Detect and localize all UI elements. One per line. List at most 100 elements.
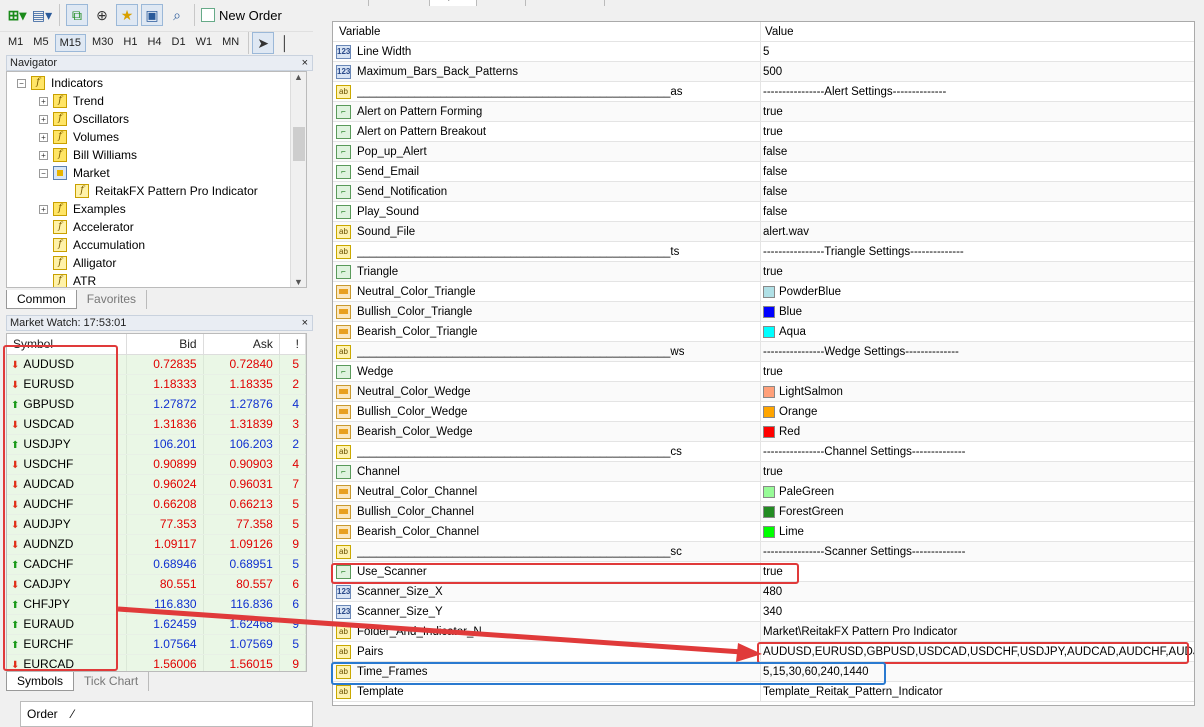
value-cell[interactable]: 340 [761,602,1194,622]
crosshair-target-icon[interactable]: ⊕ [91,4,113,26]
value-cell[interactable]: ----------------Wedge Settings----------… [761,342,1194,362]
tab-colors[interactable]: Colors [477,0,527,6]
value-cell[interactable]: 480 [761,582,1194,602]
column-header-bid[interactable]: Bid [126,334,204,355]
table-row[interactable]: ⬆ EURCHF 1.07564 1.07569 5 [7,634,306,655]
input-row[interactable]: ab ______________________________________… [333,241,1194,262]
value-cell[interactable]: Orange [761,402,1194,422]
navigator-scrollbar[interactable]: ▲ ▼ [290,72,306,287]
value-cell[interactable]: Template_Reitak_Pattern_Indicator [761,682,1194,702]
table-row[interactable]: ⬇ AUDNZD 1.09117 1.09126 9 [7,534,306,555]
input-row[interactable]: ab Template Template_Reitak_Pattern_Indica… [333,681,1194,702]
table-row[interactable]: ⬇ EURUSD 1.18333 1.18335 2 [7,374,306,395]
navigator-item[interactable]: + f Trend [39,92,104,110]
timeframe-m1[interactable]: M1 [4,34,27,52]
value-cell[interactable]: PaleGreen [761,482,1194,502]
table-row[interactable]: ⬇ AUDUSD 0.72835 0.72840 5 [7,354,306,375]
timeframe-m5[interactable]: M5 [29,34,52,52]
input-row[interactable]: ab ______________________________________… [333,441,1194,462]
input-row[interactable]: ab Sound_File alert.wav [333,221,1194,242]
input-row[interactable]: 123 Line Width 5 [333,41,1194,62]
input-row[interactable]: ab ______________________________________… [333,81,1194,102]
market-watch-close-icon[interactable]: × [302,316,308,330]
input-row[interactable]: ⌐ Send_Notification false [333,181,1194,202]
input-row[interactable]: ⌐ Alert on Pattern Forming true [333,101,1194,122]
value-cell[interactable]: ----------------Triangle Settings-------… [761,242,1194,262]
collapse-icon[interactable]: − [39,168,48,178]
tab-visualization[interactable]: Visualization [526,0,605,6]
timeframe-mn[interactable]: MN [218,34,243,52]
timeframe-m30[interactable]: M30 [88,34,117,52]
input-row[interactable]: 123 Scanner_Size_Y 340 [333,601,1194,622]
order-tab[interactable]: Order [27,707,58,721]
value-cell[interactable]: AUDUSD,EURUSD,GBPUSD,USDCAD,USDCHF,USDJP… [761,642,1194,662]
value-cell[interactable]: true [761,262,1194,282]
input-row[interactable]: Neutral_Color_Wedge LightSalmon [333,381,1194,402]
input-row[interactable]: Bullish_Color_Wedge Orange [333,401,1194,422]
value-cell[interactable]: true [761,122,1194,142]
input-row[interactable]: Neutral_Color_Triangle PowderBlue [333,281,1194,302]
value-cell[interactable]: Market\ReitakFX Pattern Pro Indicator [761,622,1194,642]
navigator-item[interactable]: f Alligator [39,254,116,272]
expand-icon[interactable]: + [39,204,48,214]
input-row[interactable]: ⌐ Play_Sound false [333,201,1194,222]
navigator-close-icon[interactable]: × [302,56,308,70]
strategy-tester-icon[interactable]: ⌕ [166,4,188,26]
input-row[interactable]: ⌐ Send_Email false [333,161,1194,182]
scrollbar-thumb[interactable] [293,127,305,161]
value-cell[interactable]: ----------------Scanner Settings--------… [761,542,1194,562]
tab-tick-chart[interactable]: Tick Chart [74,672,150,691]
navigator-item[interactable]: − Market [39,164,110,182]
new-chart-icon[interactable]: ⊞▾ [6,4,28,26]
value-cell[interactable]: true [761,462,1194,482]
value-cell[interactable]: PowderBlue [761,282,1194,302]
cursor-arrow-icon[interactable]: ➤ [252,32,275,54]
tab-inputs[interactable]: Inputs [430,0,478,6]
value-cell[interactable]: Aqua [761,322,1194,342]
profiles-icon[interactable]: ▤▾ [31,4,53,26]
navigator-item[interactable]: f ATR [39,272,96,287]
timeframe-h4[interactable]: H4 [143,34,165,52]
table-row[interactable]: ⬇ EURCAD 1.56006 1.56015 9 [7,654,306,671]
value-cell[interactable]: Lime [761,522,1194,542]
input-row[interactable]: ab Folder_And_Indicator_N... Market\Reitak… [333,621,1194,642]
value-cell[interactable]: false [761,142,1194,162]
column-header-spread[interactable]: ! [279,334,306,355]
vertical-line-icon[interactable]: │ [274,32,296,54]
value-cell[interactable]: true [761,362,1194,382]
navigator-item[interactable]: + f Examples [39,200,126,218]
input-row[interactable]: ab ______________________________________… [333,541,1194,562]
input-row[interactable]: 123 Scanner_Size_X 480 [333,581,1194,602]
value-cell[interactable]: false [761,162,1194,182]
input-row[interactable]: ⌐ Pop_up_Alert false [333,141,1194,162]
terminal-window-icon[interactable]: ▣ [141,4,163,26]
navigator-item[interactable]: f Accelerator [39,218,134,236]
navigator-item[interactable]: + f Volumes [39,128,119,146]
input-row[interactable]: ⌐ Triangle true [333,261,1194,282]
input-row[interactable]: Bearish_Color_Channel Lime [333,521,1194,542]
timeframe-h1[interactable]: H1 [119,34,141,52]
value-cell[interactable]: Blue [761,302,1194,322]
navigator-item[interactable]: f Accumulation [39,236,145,254]
value-cell[interactable]: true [761,562,1194,582]
tab-favorites[interactable]: Favorites [77,290,148,309]
navigator-item[interactable]: + f Bill Williams [39,146,137,164]
table-row[interactable]: ⬇ AUDCHF 0.66208 0.66213 5 [7,494,306,515]
column-header-ask[interactable]: Ask [203,334,280,355]
input-row[interactable]: Bearish_Color_Wedge Red [333,421,1194,442]
tab-common[interactable]: Common [6,290,77,309]
input-row[interactable]: ab ______________________________________… [333,341,1194,362]
table-row[interactable]: ⬇ USDCAD 1.31836 1.31839 3 [7,414,306,435]
expand-icon[interactable]: + [39,132,48,142]
tab-common[interactable]: Common [369,0,431,6]
input-row[interactable]: Neutral_Color_Channel PaleGreen [333,481,1194,502]
table-row[interactable]: ⬆ GBPUSD 1.27872 1.27876 4 [7,394,306,415]
scroll-up-icon[interactable]: ▲ [294,72,303,82]
input-row[interactable]: ⌐ Use_Scanner true [333,561,1194,582]
value-cell[interactable]: 500 [761,62,1194,82]
value-cell[interactable]: 5,15,30,60,240,1440 [761,662,1194,682]
value-cell[interactable]: ----------------Channel Settings--------… [761,442,1194,462]
input-row[interactable]: ab Pairs AUDUSD,EURUSD,GBPUSD,USDCAD,USDCH… [333,641,1194,662]
input-row[interactable]: 123 Maximum_Bars_Back_Patterns 500 [333,61,1194,82]
table-row[interactable]: ⬇ AUDJPY 77.353 77.358 5 [7,514,306,535]
